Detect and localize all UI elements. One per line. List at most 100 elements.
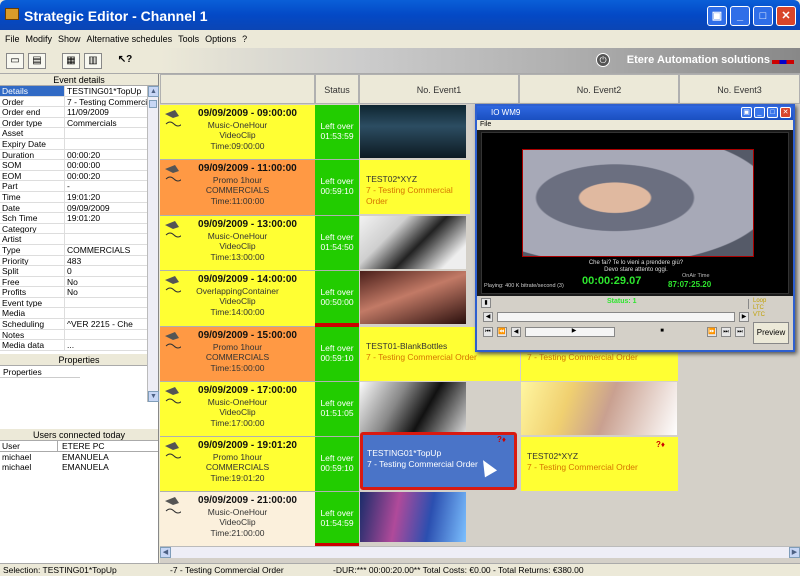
player-minimize-button[interactable]: _	[754, 107, 765, 118]
properties-tab[interactable]: Properties	[0, 366, 80, 378]
menu-options[interactable]: Options	[205, 34, 236, 48]
scroll-thumb[interactable]	[149, 100, 157, 108]
detail-row[interactable]: Category	[0, 223, 148, 235]
detail-row[interactable]: Asset	[0, 128, 148, 139]
grid-header-event3[interactable]: No. Event3	[679, 74, 800, 104]
seek-bar[interactable]	[497, 312, 735, 322]
detail-row[interactable]: Part -	[0, 181, 148, 192]
player-menu[interactable]: File	[477, 120, 793, 130]
detail-row[interactable]: Free No	[0, 276, 148, 288]
stop-icon[interactable]: ■	[657, 327, 667, 337]
detail-row[interactable]: Details TESTING01*TopUp	[0, 86, 148, 97]
maximize-button[interactable]: □	[753, 6, 773, 26]
schedule-slot[interactable]: 09/09/2009 - 11:00:00 Promo 1hour COMMERCI…	[160, 160, 315, 216]
save-icon[interactable]: ▤	[28, 53, 46, 69]
scroll-down-icon[interactable]: ▼	[148, 391, 159, 402]
menu-help[interactable]: ?	[242, 34, 247, 48]
rewind-small-icon[interactable]: ◀	[483, 312, 493, 322]
detail-row[interactable]: Media	[0, 308, 148, 320]
video-thumbnail[interactable]	[360, 216, 466, 269]
slot-datetime: 09/09/2009 - 11:00:00	[198, 163, 297, 174]
schedule-slot[interactable]: 09/09/2009 - 14:00:00 OverlappingContaine…	[160, 271, 315, 327]
video-thumbnail[interactable]	[521, 382, 677, 435]
next-frame-icon[interactable]: ⏭	[721, 327, 731, 337]
event-cell[interactable]: TEST02*XYZ 7 - Testing Commercial Order	[360, 160, 470, 214]
schedule-slot[interactable]: 09/09/2009 - 09:00:00 Music-OneHour VideoC…	[160, 105, 315, 160]
player-maximize-button[interactable]: □	[767, 107, 778, 118]
close-button[interactable]: ✕	[776, 6, 796, 26]
detail-row[interactable]: Priority 483	[0, 255, 148, 267]
event-details-header: Event details	[0, 74, 158, 86]
menu-alternative-schedules[interactable]: Alternative schedules	[87, 34, 173, 48]
video-thumbnail[interactable]	[360, 492, 466, 542]
menu-file[interactable]: File	[5, 34, 20, 48]
grid-header-status[interactable]: Status	[315, 74, 359, 104]
grid-header-event2[interactable]: No. Event2	[519, 74, 679, 104]
grid-header-event1[interactable]: No. Event1	[359, 74, 519, 104]
details-scrollbar[interactable]: ▲ ▼	[147, 86, 159, 402]
video-thumbnail[interactable]	[360, 105, 466, 158]
user-row[interactable]: michael EMANUELA	[0, 452, 158, 462]
go-start-icon[interactable]: ⏮	[483, 327, 493, 337]
detail-row[interactable]: Split 0	[0, 266, 148, 277]
detail-row[interactable]: Order type Commercials	[0, 117, 148, 129]
player-close-button[interactable]: ✕	[780, 107, 791, 118]
detail-row[interactable]: Expiry Date	[0, 138, 148, 150]
detail-key: Type	[0, 244, 65, 255]
detail-row[interactable]: Order7 - Testing Commercial Order	[0, 96, 148, 108]
detail-row[interactable]: Time 19:01:20	[0, 191, 148, 203]
detail-row[interactable]: Artist	[0, 234, 148, 245]
selected-event-cell[interactable]: TESTING01*TopUp 7 - Testing Commercial O…	[360, 432, 517, 490]
detail-row[interactable]: Notes	[0, 329, 148, 341]
scroll-up-icon[interactable]: ▲	[148, 86, 159, 97]
step-forward-icon[interactable]: ⏩	[707, 327, 717, 337]
schedule-slot[interactable]: 09/09/2009 - 17:00:00 Music-OneHour VideoC…	[160, 382, 315, 437]
schedule-slot[interactable]: 09/09/2009 - 19:01:20 Promo 1hour COMMERCI…	[160, 437, 315, 492]
step-back-icon[interactable]: ◀	[511, 327, 521, 337]
minimize-button[interactable]: _	[730, 6, 750, 26]
open-folder-icon[interactable]: ▭	[6, 53, 24, 69]
forward-small-icon[interactable]: ▶	[739, 312, 749, 322]
detail-row[interactable]: Type COMMERCIALS	[0, 244, 148, 256]
detail-row[interactable]: Sch Time 19:01:20	[0, 213, 148, 224]
slot-datetime: 09/09/2009 - 13:00:00	[198, 219, 297, 230]
detail-row[interactable]: SOM 00:00:00	[0, 160, 148, 171]
grid-view-icon[interactable]: ▦	[62, 53, 80, 69]
detail-row[interactable]: Media data...	[0, 340, 148, 351]
slot-datetime: 09/09/2009 - 15:00:00	[198, 330, 297, 341]
menu-show[interactable]: Show	[58, 34, 81, 48]
detail-row[interactable]: Duration 00:00:20	[0, 149, 148, 161]
event-cell[interactable]: TEST02*XYZ 7 - Testing Commercial Order	[521, 437, 678, 491]
restore-icon[interactable]: ▣	[707, 6, 727, 26]
scroll-left-icon[interactable]: ◀	[160, 547, 171, 558]
player-restore-icon[interactable]: ▣	[741, 107, 752, 118]
menu-tools[interactable]: Tools	[178, 34, 199, 48]
detail-row[interactable]: EOM 00:00:20	[0, 170, 148, 182]
detail-row[interactable]: Scheduling ^VER 2215 - Che	[0, 319, 148, 330]
menu-modify[interactable]: Modify	[26, 34, 53, 48]
detail-row[interactable]: Event type	[0, 297, 148, 309]
legend-vtc: VTC	[753, 312, 765, 318]
schedule-slot[interactable]: 09/09/2009 - 15:00:00 Promo 1hour COMMERCI…	[160, 327, 315, 382]
video-thumbnail[interactable]	[360, 382, 466, 435]
promo-icon	[163, 330, 183, 354]
detail-row[interactable]: Date 09/09/2009	[0, 202, 148, 214]
preview-button[interactable]: Preview	[753, 322, 789, 344]
video-thumbnail[interactable]	[360, 271, 466, 324]
detail-row[interactable]: Order end 11/09/2009	[0, 107, 148, 118]
detail-row[interactable]: Profits No	[0, 287, 148, 298]
grid-horizontal-scrollbar[interactable]: ◀ ▶	[160, 546, 800, 558]
go-end-icon[interactable]: ⏭	[735, 327, 745, 337]
help-pointer-icon[interactable]: ↖?	[116, 53, 134, 69]
prev-frame-icon[interactable]: ⏪	[497, 327, 507, 337]
subtitle-line1: Che fai? Te lo vieni a prendere giù?	[588, 260, 684, 266]
player-ctrl-icon[interactable]: ▮	[481, 298, 491, 308]
schedule-slot[interactable]: 09/09/2009 - 13:00:00 Music-OneHour VideoC…	[160, 216, 315, 271]
detail-key: Asset	[0, 128, 65, 138]
scroll-right-icon[interactable]: ▶	[789, 547, 800, 558]
schedule-slot[interactable]: 09/09/2009 - 21:00:00 Music-OneHour VideoC…	[160, 492, 315, 547]
media-player-window[interactable]: IO WM9 ▣ _ □ ✕ File Che fai? Te lo vieni…	[475, 104, 795, 352]
play-icon[interactable]: ▶	[569, 327, 579, 337]
list-view-icon[interactable]: ▥	[84, 53, 102, 69]
user-row[interactable]: michael EMANUELA	[0, 462, 158, 472]
